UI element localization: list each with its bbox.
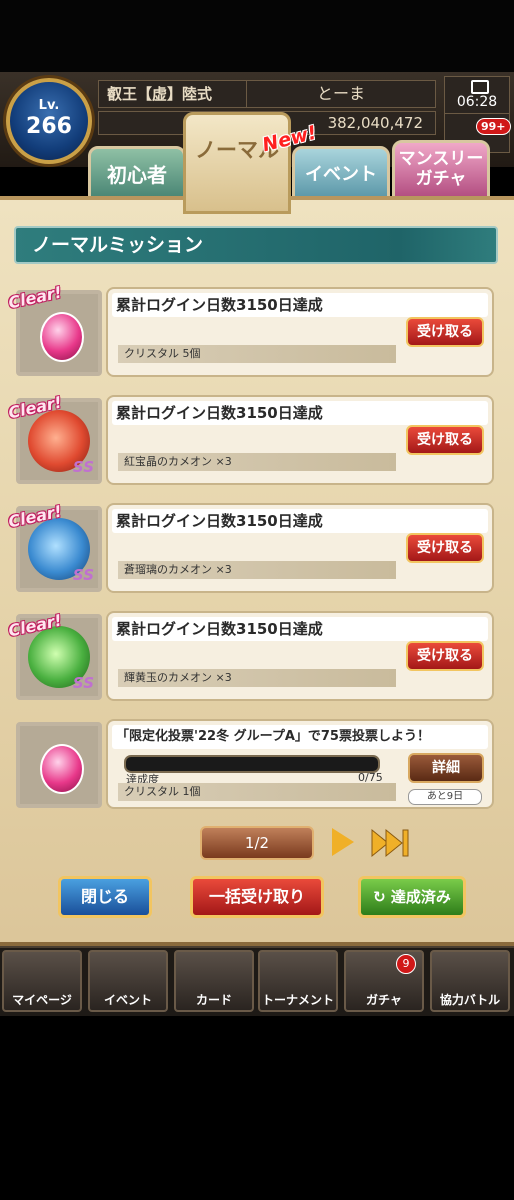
mission-item: 累計ログイン日数3150日達成 受け取る 蒼瑠璃のカメオン ×3	[106, 503, 494, 593]
days-left-badge: あと9日	[408, 789, 482, 805]
mission-reward: 蒼瑠璃のカメオン ×3	[118, 561, 396, 579]
level-value: 266	[26, 114, 72, 139]
level-badge[interactable]: Lv. 266	[6, 78, 92, 164]
mission-item: 累計ログイン日数3150日達成 受け取る 紅宝晶のカメオン ×3	[106, 395, 494, 485]
nav-label: トーナメント	[261, 993, 334, 1007]
mission-item: 「限定化投票'22冬 グループA」で75票投票しよう！ 達成度 0/75 詳細 …	[106, 719, 494, 809]
refresh-icon: ↻	[373, 888, 386, 906]
mission-reward: クリスタル 5個	[118, 345, 396, 363]
bottom-background	[0, 1016, 514, 1200]
player-name: とーま	[246, 80, 436, 108]
nav-badge: 9	[396, 954, 416, 974]
receive-button[interactable]: 受け取る	[406, 425, 484, 455]
currency-value: 382,040,472	[327, 114, 423, 132]
mission-title: 累計ログイン日数3150日達成	[112, 509, 488, 533]
tab-normal[interactable]: ノーマル	[183, 112, 291, 214]
last-page-icon[interactable]	[370, 826, 410, 860]
nav-event[interactable]: イベント	[88, 950, 168, 1012]
tab-monthly-line2: ガチャ	[415, 169, 467, 189]
nav-label: 協力バトル	[439, 993, 501, 1007]
battery-icon	[471, 80, 489, 94]
receive-button[interactable]: 受け取る	[406, 533, 484, 563]
section-title: ノーマルミッション	[14, 226, 498, 264]
progress-bar	[124, 755, 380, 773]
level-label: Lv.	[38, 98, 60, 113]
nav-tournament[interactable]: トーナメント	[258, 950, 338, 1012]
completed-label: 達成済み	[390, 888, 451, 906]
nav-card[interactable]: カード	[174, 950, 254, 1012]
nav-coop-battle[interactable]: 協力バトル	[430, 950, 510, 1012]
top-background	[0, 0, 514, 75]
nav-label: ガチャ	[366, 993, 402, 1007]
next-page-icon[interactable]	[332, 828, 354, 856]
tab-monthly-line1: マンスリー	[398, 149, 484, 169]
receive-all-button[interactable]: 一括受け取り	[190, 876, 324, 918]
mission-reward-icon	[16, 722, 102, 808]
completed-button[interactable]: ↻ 達成済み	[358, 876, 466, 918]
ss-rank-mark: SS	[72, 674, 94, 692]
mission-item: 累計ログイン日数3150日達成 受け取る クリスタル 5個	[106, 287, 494, 377]
ss-rank-mark: SS	[72, 566, 94, 584]
close-button[interactable]: 閉じる	[58, 876, 152, 918]
clock-time: 06:28	[456, 94, 498, 110]
player-title: 叡王【虚】陸式	[98, 80, 254, 108]
page-indicator: 1/2	[200, 826, 314, 860]
mission-item: 累計ログイン日数3150日達成 受け取る 輝黄玉のカメオン ×3	[106, 611, 494, 701]
mission-reward: 紅宝晶のカメオン ×3	[118, 453, 396, 471]
mission-title: 累計ログイン日数3150日達成	[112, 401, 488, 425]
receive-button[interactable]: 受け取る	[406, 317, 484, 347]
ss-rank-mark: SS	[72, 458, 94, 476]
clock: 06:28	[444, 76, 510, 114]
mission-reward: 輝黄玉のカメオン ×3	[118, 669, 396, 687]
notification-badge: 99+	[476, 118, 511, 135]
detail-button[interactable]: 詳細	[408, 753, 484, 783]
nav-mypage[interactable]: マイページ	[2, 950, 82, 1012]
mission-title: 「限定化投票'22冬 グループA」で75票投票しよう！	[112, 725, 488, 749]
tab-monthly-gacha[interactable]: マンスリー ガチャ	[392, 140, 490, 202]
mission-title: 累計ログイン日数3150日達成	[112, 617, 488, 641]
nav-gacha[interactable]: 9 ガチャ	[344, 950, 424, 1012]
mission-title: 累計ログイン日数3150日達成	[112, 293, 488, 317]
nav-label: マイページ	[12, 993, 72, 1007]
mission-reward: クリスタル 1個	[118, 783, 396, 801]
nav-label: イベント	[103, 993, 152, 1007]
crystal-icon	[40, 312, 84, 362]
crystal-icon	[40, 744, 84, 794]
nav-label: カード	[195, 993, 232, 1007]
receive-button[interactable]: 受け取る	[406, 641, 484, 671]
